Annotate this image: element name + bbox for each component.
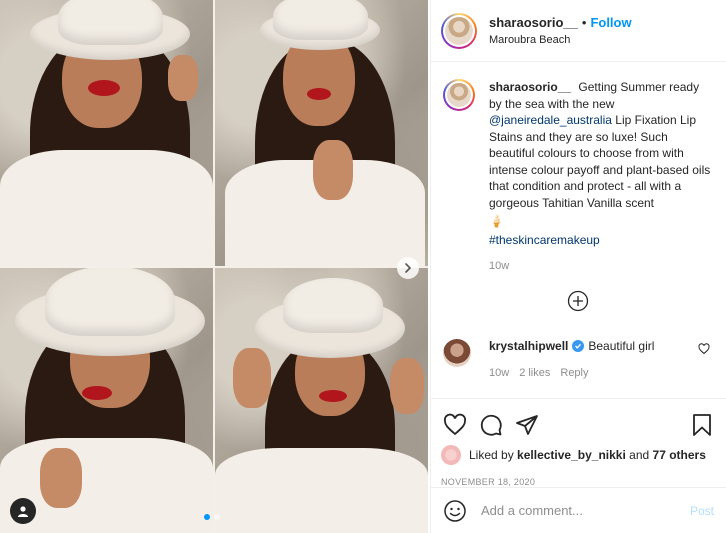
tagged-users-button[interactable]	[10, 498, 36, 524]
heart-icon	[698, 343, 710, 355]
location-link[interactable]: Maroubra Beach	[489, 34, 632, 46]
verified-icon	[572, 340, 585, 352]
liked-by-and: and	[629, 448, 650, 462]
post-date[interactable]: NOVEMBER 18, 2020	[441, 477, 716, 487]
load-more-comments-button[interactable]	[567, 290, 589, 312]
photo-bottom-left	[0, 268, 213, 533]
caption-username[interactable]: sharaosorio__	[489, 80, 571, 94]
post-header: sharaosorio__ • Follow Maroubra Beach	[431, 0, 726, 62]
heart-icon	[443, 413, 467, 436]
author-username[interactable]: sharaosorio__	[489, 15, 578, 30]
liked-by-row: Liked by kellective_by_nikki and 77 othe…	[441, 445, 716, 465]
comment-like-button[interactable]	[698, 343, 710, 358]
post-actions: Liked by kellective_by_nikki and 77 othe…	[431, 398, 726, 487]
save-button[interactable]	[688, 411, 716, 439]
comment-reply-button[interactable]: Reply	[560, 367, 588, 379]
photo-top-right	[215, 0, 428, 266]
liked-by-user[interactable]: kellective_by_nikki	[517, 448, 626, 462]
photo-bottom-right	[215, 268, 428, 533]
post-media-carousel[interactable]	[0, 0, 428, 533]
photo-top-left	[0, 0, 213, 266]
comment-likes-count[interactable]: 2 likes	[519, 367, 550, 379]
chevron-right-icon	[405, 263, 412, 273]
carousel-dot	[214, 514, 220, 520]
carousel-next-button[interactable]	[397, 257, 419, 279]
comment-item: krystalhipwell Beautiful girl 10w 2 like…	[443, 339, 714, 379]
caption-text-after: Lip Fixation Lip Stains and they are so …	[489, 113, 711, 210]
share-icon	[516, 415, 538, 435]
separator-dot: •	[581, 15, 587, 30]
caption-mention-link[interactable]: @janeiredale_australia	[489, 113, 612, 127]
liked-by-others[interactable]: 77 others	[653, 448, 706, 462]
plus-circle-icon	[567, 290, 589, 312]
add-comment-bar: Post	[431, 487, 726, 533]
comments-section: sharaosorio__ Getting Summer ready by th…	[431, 63, 726, 393]
comment-icon	[480, 414, 502, 436]
caption-author-avatar[interactable]	[443, 79, 475, 111]
liked-by-prefix: Liked by	[469, 448, 514, 462]
bookmark-icon	[693, 414, 711, 436]
comment-text: Beautiful girl	[588, 339, 655, 353]
comment-button[interactable]	[477, 411, 505, 439]
caption-hashtag-link[interactable]: #theskincaremakeup	[489, 233, 600, 247]
follow-button[interactable]: Follow	[590, 15, 631, 30]
liker-avatar[interactable]	[441, 445, 461, 465]
emoji-icon[interactable]	[443, 499, 467, 523]
commenter-username[interactable]: krystalhipwell	[489, 339, 568, 353]
carousel-dot	[204, 514, 210, 520]
comment-timestamp[interactable]: 10w	[489, 367, 509, 379]
carousel-indicator	[204, 514, 220, 520]
share-button[interactable]	[513, 411, 541, 439]
caption-timestamp[interactable]: 10w	[489, 260, 712, 272]
post-comment-button[interactable]: Post	[690, 504, 714, 518]
ice-cream-emoji: 🍦	[489, 214, 504, 228]
post-details-panel: sharaosorio__ • Follow Maroubra Beach sh…	[430, 0, 726, 533]
post-caption: sharaosorio__ Getting Summer ready by th…	[443, 79, 712, 248]
like-button[interactable]	[441, 411, 469, 439]
commenter-avatar[interactable]	[443, 339, 471, 367]
author-avatar[interactable]	[441, 12, 477, 49]
comment-input[interactable]	[481, 503, 690, 518]
user-tag-icon	[18, 506, 28, 517]
